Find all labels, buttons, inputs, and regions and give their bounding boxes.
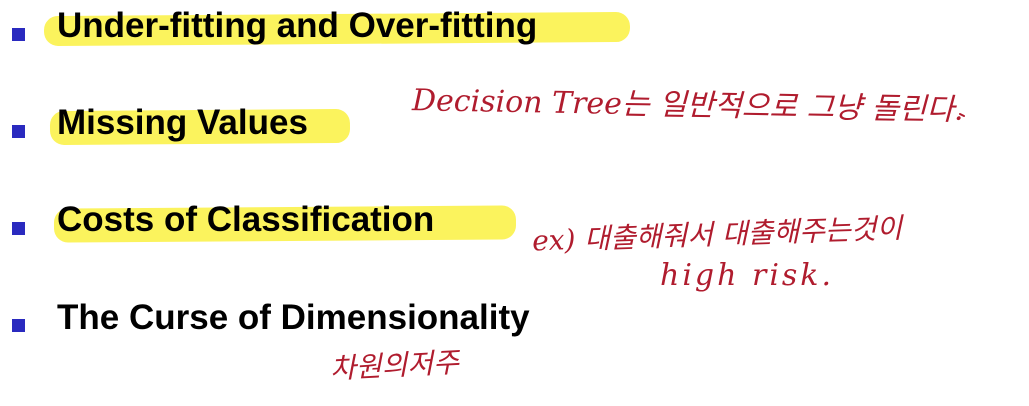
bullet-square-icon <box>12 222 25 235</box>
item-under-over-fitting: Under-fitting and Over-fitting <box>57 6 538 45</box>
handwritten-note-missing-values: Decision Tree는 일반적으로 그냥 돌린다. <box>411 83 964 128</box>
handwritten-note-costs-line2: high risk. <box>660 258 835 293</box>
bullet-square-icon <box>12 125 25 138</box>
handwritten-note-costs-line1: ex) 대출해줘서 대출해주는것이 <box>531 211 903 258</box>
bullet-square-icon <box>12 319 25 332</box>
bullet-square-icon <box>12 28 25 41</box>
handwritten-note-curse: 차원의저주 <box>329 345 460 386</box>
pen-stroke-underline <box>959 113 965 117</box>
item-curse-of-dimensionality: The Curse of Dimensionality <box>57 298 530 337</box>
item-missing-values: Missing Values <box>57 103 308 142</box>
slide: Under-fitting and Over-fitting Missing V… <box>0 0 1029 406</box>
item-costs-of-classification: Costs of Classification <box>57 200 435 239</box>
